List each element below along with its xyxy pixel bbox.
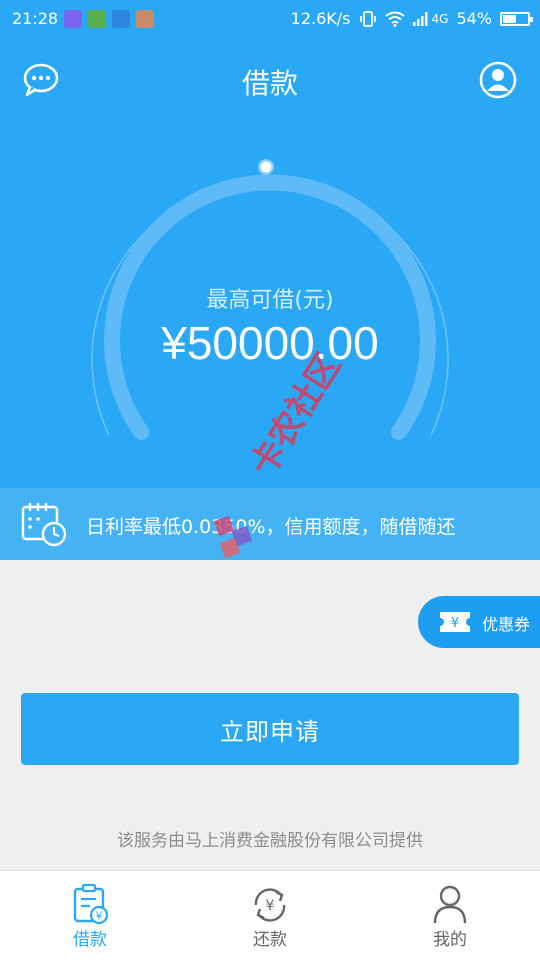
nav-label-loan: 借款 xyxy=(73,930,107,950)
nav-item-mine[interactable]: 我的 xyxy=(360,871,540,960)
svg-text:¥: ¥ xyxy=(266,898,275,914)
provider-note: 该服务由马上消费金融股份有限公司提供 xyxy=(117,831,423,851)
coupon-tab[interactable]: ¥ 优惠券 xyxy=(418,596,540,648)
repay-cycle-icon: ¥ xyxy=(250,883,290,925)
person-icon xyxy=(430,883,470,925)
app-screen: 21:28 12.6K/s 4G 54% 借款 最高可借(元) ¥50000.0… xyxy=(0,0,540,960)
apply-now-button[interactable]: 立即申请 xyxy=(21,693,519,765)
svg-text:¥: ¥ xyxy=(96,910,103,923)
ticket-yen-icon: ¥ xyxy=(438,610,472,634)
svg-text:¥: ¥ xyxy=(451,616,459,631)
nav-item-loan[interactable]: ¥ 借款 xyxy=(0,871,180,960)
bottom-nav: ¥ 借款 ¥ 还款 我的 xyxy=(0,870,540,960)
calendar-clock-icon xyxy=(20,500,68,548)
interest-rate-banner: 日利率最低0.0350%，信用额度，随借随还 xyxy=(0,488,540,560)
nav-item-repay[interactable]: ¥ 还款 xyxy=(180,871,360,960)
coupon-label: 优惠券 xyxy=(482,615,531,634)
credit-limit-label: 最高可借(元) xyxy=(206,288,334,313)
loan-document-icon: ¥ xyxy=(70,883,110,925)
interest-rate-text: 日利率最低0.0350%，信用额度，随借随还 xyxy=(86,516,456,538)
nav-label-repay: 还款 xyxy=(253,930,287,950)
credit-gauge xyxy=(91,159,449,440)
nav-label-mine: 我的 xyxy=(433,930,467,950)
credit-limit-amount: ¥50000.00 xyxy=(161,317,379,369)
hero-panel: 21:28 12.6K/s 4G 54% 借款 最高可借(元) ¥50000.0… xyxy=(0,0,540,560)
